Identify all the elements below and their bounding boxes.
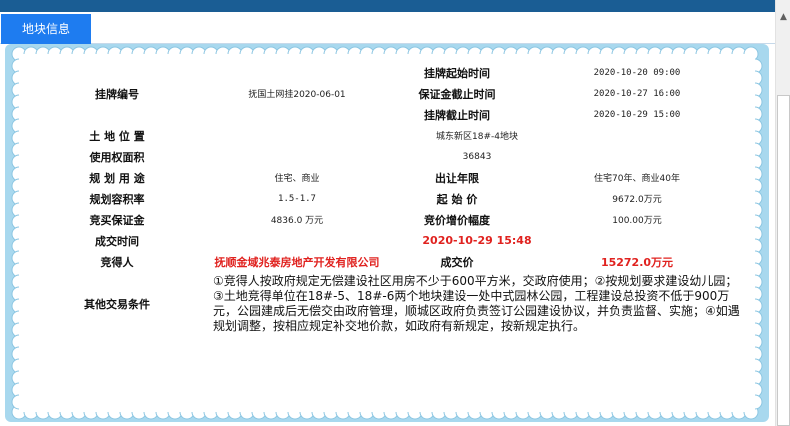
location-value: 城东新区18#-4地块 — [436, 132, 518, 142]
table-row: 竞得人 抚顺金域兆泰房地产开发有限公司 成交价 15272.0万元 — [27, 251, 747, 272]
listing-no-value: 抚国土网挂2020-06-01 — [248, 90, 346, 100]
tab-bar: 地块信息 — [0, 12, 775, 44]
start-price-label: 起 始 价 — [436, 192, 478, 206]
area-label: 使用权面积 — [89, 150, 145, 164]
tab-parcel-info[interactable]: 地块信息 — [1, 14, 91, 44]
bidder-label: 竞得人 — [100, 255, 134, 269]
table-row: 规 划 用 途 住宅、商业 出让年限 住宅70年、商业40年 — [27, 167, 747, 188]
far-value: 1.5-1.7 — [278, 193, 316, 204]
listing-end-label: 挂牌截止时间 — [424, 108, 490, 122]
bid-deposit-label: 竞买保证金 — [89, 213, 145, 227]
table-row: 土 地 位 置 城东新区18#-4地块 — [27, 125, 747, 146]
deal-time-value: 2020-10-29 15:48 — [422, 234, 532, 247]
deal-time-label: 成交时间 — [95, 234, 139, 248]
parcel-info-frame: 挂牌编号 抚国土网挂2020-06-01 挂牌起始时间 2020-10-20 0… — [5, 44, 769, 422]
deal-price-label: 成交价 — [440, 255, 474, 269]
deal-price-value: 15272.0万元 — [600, 255, 674, 269]
bid-deposit-value: 4836.0 万元 — [270, 216, 324, 226]
term-value: 住宅70年、商业40年 — [594, 174, 680, 184]
term-label: 出让年限 — [435, 171, 479, 185]
table-row: 使用权面积 36843 — [27, 146, 747, 167]
conditions-value: ①竞得人按政府规定无偿建设社区用房不少于600平方米，交政府使用；②按规划要求建… — [213, 274, 740, 333]
chevron-up-icon[interactable]: ▲ — [776, 0, 790, 34]
conditions-label: 其他交易条件 — [84, 298, 150, 311]
parcel-info-table: 挂牌编号 抚国土网挂2020-06-01 挂牌起始时间 2020-10-20 0… — [27, 62, 747, 336]
increment-label: 竞价增价幅度 — [424, 213, 490, 227]
use-label: 规 划 用 途 — [89, 171, 145, 185]
vertical-scrollbar[interactable]: ▲ — [775, 0, 790, 426]
listing-start-label: 挂牌起始时间 — [424, 66, 490, 80]
start-price-value: 9672.0万元 — [612, 195, 662, 205]
listing-start-value: 2020-10-20 09:00 — [593, 67, 681, 78]
table-row: 其他交易条件 ①竞得人按政府规定无偿建设社区用房不少于600平方米，交政府使用；… — [27, 272, 747, 336]
area-value: 36843 — [462, 151, 492, 162]
parcel-info-panel: 挂牌编号 抚国土网挂2020-06-01 挂牌起始时间 2020-10-20 0… — [27, 62, 747, 404]
increment-value: 100.00万元 — [612, 216, 662, 226]
location-label: 土 地 位 置 — [89, 129, 145, 143]
far-label: 规划容积率 — [89, 192, 145, 206]
listing-end-value: 2020-10-29 15:00 — [593, 109, 681, 120]
table-row: 规划容积率 1.5-1.7 起 始 价 9672.0万元 — [27, 188, 747, 209]
scrollbar-thumb[interactable] — [777, 95, 790, 426]
table-row: 挂牌编号 抚国土网挂2020-06-01 挂牌起始时间 2020-10-20 0… — [27, 62, 747, 101]
table-row: 竞买保证金 4836.0 万元 竞价增价幅度 100.00万元 — [27, 209, 747, 230]
top-bar — [0, 0, 775, 12]
bidder-value: 抚顺金域兆泰房地产开发有限公司 — [214, 255, 380, 269]
deposit-deadline-label: 保证金截止时间 — [418, 87, 496, 101]
listing-no-label: 挂牌编号 — [95, 87, 139, 101]
deposit-deadline-value: 2020-10-27 16:00 — [593, 88, 681, 99]
use-value: 住宅、商业 — [274, 174, 320, 184]
table-row: 成交时间 2020-10-29 15:48 — [27, 230, 747, 251]
